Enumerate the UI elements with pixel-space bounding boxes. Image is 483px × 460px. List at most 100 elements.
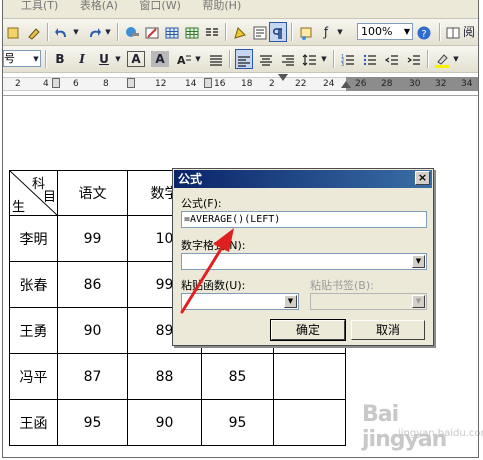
table-cell[interactable]: 85 <box>201 353 274 400</box>
reading-layout-label[interactable]: 阅 <box>461 22 477 42</box>
line-spacing-dropdown-icon[interactable]: ▼ <box>319 49 329 69</box>
chevron-down-icon[interactable]: ▼ <box>284 295 297 308</box>
insert-excel-icon[interactable] <box>183 22 201 42</box>
menu-bar: 工具(T) 表格(A) 窗口(W) 帮助(H) <box>3 0 479 19</box>
zoom-dropdown-icon[interactable]: ▼ <box>401 23 413 40</box>
column-marker[interactable] <box>52 78 60 88</box>
ruler-tick: 8 <box>103 79 109 89</box>
header-diagonal-cell[interactable]: 科 目 生 <box>9 170 58 216</box>
highlight-icon[interactable] <box>433 49 451 69</box>
cancel-button[interactable]: 取消 <box>351 320 425 340</box>
chinese-score[interactable]: 87 <box>57 353 128 400</box>
wordart-dropdown-icon[interactable]: ▼ <box>335 22 345 42</box>
chinese-score[interactable]: 95 <box>57 399 128 446</box>
column-marker[interactable] <box>127 78 135 88</box>
number-format-label: 数字格式(N): <box>181 239 246 252</box>
font-size-dropdown-icon[interactable]: ▼ <box>31 49 41 69</box>
student-name[interactable]: 李明 <box>9 215 58 262</box>
numbering-icon[interactable]: 123 <box>339 49 357 69</box>
ok-button[interactable]: 确定 <box>270 319 346 341</box>
decrease-indent-icon[interactable] <box>383 49 401 69</box>
horizontal-ruler[interactable]: 2 4 6 8 12 14 16 18 2 22 24 26 28 30 32 … <box>3 73 479 96</box>
columns-icon[interactable] <box>203 22 221 42</box>
bold-button[interactable]: B <box>51 49 69 69</box>
math-score[interactable]: 90 <box>127 399 202 446</box>
drawing-icon[interactable] <box>231 22 249 42</box>
close-icon[interactable]: × <box>415 171 430 185</box>
show-hide-icon[interactable] <box>269 22 287 42</box>
underline-button[interactable]: U <box>95 49 113 69</box>
formatting-toolbar: 号 ▼ B I U ▼ A A A ▼ ▼ 123 ▼ <box>3 46 479 73</box>
redo-dropdown-icon[interactable]: ▼ <box>103 22 113 42</box>
line-spacing-icon[interactable] <box>301 49 319 69</box>
wordart-icon[interactable]: ƒ <box>319 22 333 42</box>
paste-function-label: 粘贴函数(U): <box>181 279 246 292</box>
right-indent-marker[interactable] <box>341 81 351 88</box>
increase-indent-icon[interactable] <box>405 49 423 69</box>
format-painter-icon[interactable] <box>25 22 43 42</box>
dialog-title[interactable]: 公式 <box>174 170 432 188</box>
redo-icon[interactable] <box>85 22 103 42</box>
student-name[interactable]: 张春 <box>9 261 58 308</box>
bullets-icon[interactable] <box>361 49 379 69</box>
align-right-button[interactable] <box>279 49 297 69</box>
ruler-tick: 26 <box>355 79 367 89</box>
insert-table-icon[interactable] <box>163 22 181 42</box>
hyperlink-icon[interactable] <box>123 22 141 42</box>
ruler-tick: 6 <box>73 79 79 89</box>
ruler-tick: 22 <box>295 79 307 89</box>
student-name[interactable]: 王函 <box>9 399 58 446</box>
student-name[interactable]: 王勇 <box>9 307 58 354</box>
help-icon[interactable]: ? <box>415 22 433 42</box>
ruler-tick: 30 <box>409 79 421 89</box>
math-score[interactable]: 88 <box>127 353 202 400</box>
table-cell[interactable] <box>273 399 346 446</box>
char-scale-dropdown-icon[interactable]: ▼ <box>193 49 203 69</box>
reading-layout-icon[interactable] <box>445 22 461 42</box>
student-name[interactable]: 冯平 <box>9 353 58 400</box>
read-icon[interactable] <box>297 22 315 42</box>
chinese-score[interactable]: 90 <box>57 307 128 354</box>
formula-input[interactable]: =AVERAGE()(LEFT) <box>181 211 427 228</box>
ruler-tick: 34 <box>461 79 473 89</box>
paste-function-select[interactable]: ▼ <box>181 293 299 310</box>
distribute-icon[interactable] <box>207 49 225 69</box>
table-row: 王函 95 90 95 <box>9 399 346 446</box>
tables-borders-icon[interactable] <box>143 22 161 42</box>
italic-button[interactable]: I <box>73 49 91 69</box>
number-format-select[interactable]: ▼ <box>181 253 427 270</box>
chevron-down-icon: ▼ <box>412 295 425 308</box>
menu-tools[interactable]: 工具(T) <box>21 0 58 12</box>
table-cell[interactable]: 95 <box>201 399 274 446</box>
undo-icon[interactable] <box>53 22 71 42</box>
ruler-tick: 16 <box>214 79 226 89</box>
menu-help[interactable]: 帮助(H) <box>202 0 241 12</box>
table-cell[interactable] <box>273 353 346 400</box>
chinese-score[interactable]: 86 <box>57 261 128 308</box>
align-left-button[interactable] <box>235 49 253 69</box>
ruler-tick: 14 <box>185 79 197 89</box>
menu-table[interactable]: 表格(A) <box>80 0 118 12</box>
ruler-tick: 4 <box>43 79 49 89</box>
ruler-tick: 24 <box>323 79 335 89</box>
chinese-score[interactable]: 99 <box>57 215 128 262</box>
underline-dropdown-icon[interactable]: ▼ <box>113 49 123 69</box>
column-marker[interactable] <box>204 78 212 88</box>
ruler-tick: 28 <box>381 79 393 89</box>
header-chinese[interactable]: 语文 <box>57 170 128 216</box>
highlight-dropdown-icon[interactable]: ▼ <box>451 49 461 69</box>
char-scale-icon[interactable]: A <box>175 49 193 69</box>
spellcheck-icon[interactable] <box>5 22 23 42</box>
ruler-tick: 12 <box>155 79 167 89</box>
ruler-tick: 2 <box>269 79 275 89</box>
char-shading-button[interactable]: A <box>151 51 169 67</box>
chevron-down-icon[interactable]: ▼ <box>412 255 425 268</box>
svg-text:?: ? <box>421 29 426 40</box>
undo-dropdown-icon[interactable]: ▼ <box>71 22 81 42</box>
indent-marker[interactable] <box>278 74 288 81</box>
align-center-button[interactable] <box>257 49 275 69</box>
document-map-icon[interactable] <box>251 22 269 42</box>
header-student-label: 生 <box>12 200 26 215</box>
char-border-button[interactable]: A <box>127 51 145 67</box>
menu-window[interactable]: 窗口(W) <box>139 0 180 12</box>
